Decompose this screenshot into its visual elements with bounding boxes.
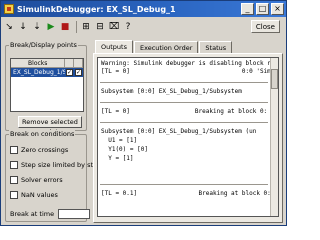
output-line: Warning: Simulink debugger is disabling … bbox=[101, 60, 279, 67]
break-at-time-label: Break at time bbox=[10, 210, 55, 218]
output-line: Y = [1] bbox=[101, 155, 134, 162]
output-vertical-scrollbar[interactable] bbox=[270, 58, 278, 216]
step-size-option[interactable]: Step size limited by state bbox=[10, 160, 104, 170]
breakpoints-table: Blocks EX_SL_Debug_1/Subsystem ✓ ✓ bbox=[10, 58, 84, 112]
breakpoints-group: Break/Display points Blocks EX_SL_Debug_… bbox=[5, 41, 87, 136]
output-divider bbox=[100, 102, 268, 103]
solver-errors-option[interactable]: Solver errors bbox=[10, 175, 63, 185]
remove-selected-point-button[interactable]: Remove selected point bbox=[18, 116, 82, 136]
solver-errors-label: Solver errors bbox=[21, 176, 63, 184]
tab-outputs[interactable]: Outputs bbox=[95, 40, 133, 54]
outputs-panel: Warning: Simulink debugger is disabling … bbox=[93, 53, 283, 223]
window-controls: _ □ × bbox=[241, 3, 284, 15]
step-size-checkbox[interactable] bbox=[10, 161, 18, 169]
nan-values-label: NaN values bbox=[21, 191, 58, 199]
toolbar-separator bbox=[76, 21, 77, 33]
enable-column-header[interactable] bbox=[65, 59, 75, 67]
blocks-column-header[interactable]: Blocks bbox=[11, 59, 66, 67]
output-line: [TL = 0.1] Breaking at block 0: bbox=[101, 190, 271, 197]
step-into-icon[interactable]: ↘ bbox=[3, 21, 15, 33]
output-line: Y1(0) = [0] bbox=[101, 146, 148, 153]
output-divider bbox=[100, 122, 268, 123]
output-text-area[interactable]: Warning: Simulink debugger is disabling … bbox=[97, 57, 279, 217]
minimize-button[interactable]: _ bbox=[241, 3, 254, 15]
step-out-icon[interactable]: ⇣ bbox=[31, 21, 43, 33]
display-column-header[interactable] bbox=[74, 59, 84, 67]
window-title: SimulinkDebugger: EX_SL_Debug_1 bbox=[17, 4, 176, 14]
close-window-button[interactable]: × bbox=[271, 3, 284, 15]
output-line: [TL = 0] Breaking at block 0: bbox=[101, 108, 268, 115]
breakpoint-display-checkbox[interactable]: ✓ bbox=[75, 69, 82, 76]
output-line: [TL = 0] 0:0 'SimulationStart' bbox=[101, 68, 278, 75]
breakpoint-enable-checkbox[interactable]: ✓ bbox=[66, 69, 73, 76]
display-status-icon[interactable]: ⌧ bbox=[108, 21, 120, 33]
breakpoint-icon[interactable]: ⊞ bbox=[80, 21, 92, 33]
output-divider bbox=[100, 184, 268, 185]
break-at-time-input[interactable] bbox=[58, 209, 91, 219]
help-icon[interactable]: ? bbox=[122, 21, 134, 33]
output-line: Subsystem [0:0] EX_SL_Debug_1/Subsystem bbox=[101, 88, 242, 95]
break-on-group-label: Break on conditions bbox=[9, 130, 76, 138]
output-divider bbox=[100, 82, 268, 83]
zero-crossings-option[interactable]: Zero crossings bbox=[10, 145, 68, 155]
nan-values-option[interactable]: NaN values bbox=[10, 190, 58, 200]
break-at-time-row: Break at time bbox=[10, 209, 91, 219]
output-line: U1 = [1] bbox=[101, 137, 138, 144]
break-on-group: Break on conditions Zero crossings Step … bbox=[5, 130, 104, 222]
toolbar: ↘ ↓ ⇣ ▶ ■ ⊞ ⊟ ⌧ ? Close bbox=[3, 19, 284, 35]
stop-icon[interactable]: ■ bbox=[59, 21, 71, 33]
zero-crossings-checkbox[interactable] bbox=[10, 146, 18, 154]
step-over-icon[interactable]: ↓ bbox=[17, 21, 29, 33]
output-line: Subsystem [0:0] EX_SL_Debug_1/Subsystem … bbox=[101, 128, 257, 135]
maximize-button[interactable]: □ bbox=[256, 3, 269, 15]
breakpoints-table-header: Blocks bbox=[11, 59, 84, 68]
step-size-label: Step size limited by state bbox=[21, 161, 104, 169]
breakpoints-group-label: Break/Display points bbox=[9, 41, 78, 49]
zero-crossings-label: Zero crossings bbox=[21, 146, 69, 154]
start-continue-icon[interactable]: ▶ bbox=[45, 21, 57, 33]
breakpoint-block-name: EX_SL_Debug_1/Subsystem bbox=[13, 69, 65, 76]
display-io-icon[interactable]: ⊟ bbox=[94, 21, 106, 33]
table-row[interactable]: EX_SL_Debug_1/Subsystem ✓ ✓ bbox=[11, 68, 83, 77]
debugger-window: SimulinkDebugger: EX_SL_Debug_1 _ □ × ↘ … bbox=[0, 0, 287, 226]
solver-errors-checkbox[interactable] bbox=[10, 176, 18, 184]
nan-values-checkbox[interactable] bbox=[10, 191, 18, 199]
simulink-app-icon bbox=[4, 4, 14, 14]
title-bar: SimulinkDebugger: EX_SL_Debug_1 _ □ × bbox=[1, 1, 286, 17]
close-button[interactable]: Close bbox=[250, 20, 280, 33]
scrollbar-thumb[interactable] bbox=[271, 69, 278, 89]
